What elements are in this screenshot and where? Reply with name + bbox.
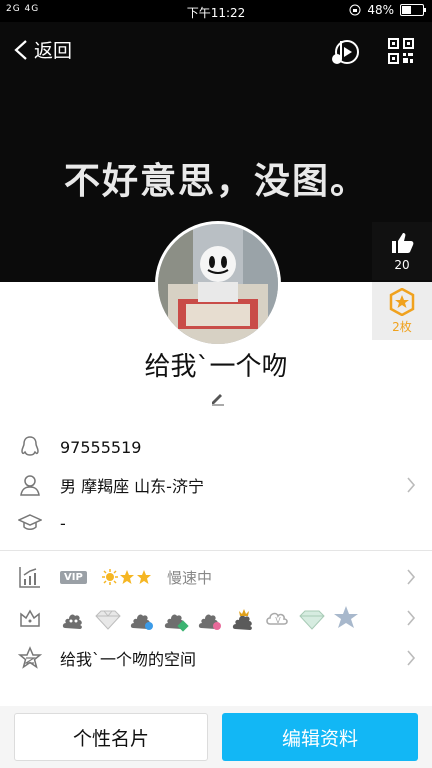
like-count: 20	[394, 258, 410, 272]
basic-info-row[interactable]: 男 摩羯座 山东-济宁	[0, 466, 432, 504]
status-right: 48%	[349, 3, 426, 17]
edit-profile-button[interactable]: 编辑资料	[222, 713, 418, 761]
thumbs-up-icon	[392, 233, 414, 253]
avatar[interactable]	[155, 221, 281, 347]
qzone-row[interactable]: 给我`一个吻的空间	[0, 639, 432, 677]
battery-percent: 48%	[367, 3, 394, 17]
qq-number-row: 97555519	[0, 428, 432, 466]
poop-badge	[62, 614, 82, 629]
chevron-right-icon	[407, 650, 416, 666]
bottom-action-bar: 个性名片 编辑资料	[0, 706, 432, 768]
speed-status: 慢速中	[166, 568, 212, 587]
chevron-right-icon	[407, 569, 416, 585]
education-value: -	[60, 513, 66, 533]
basic-info: 男 摩羯座 山东-济宁	[60, 477, 204, 496]
section-divider	[0, 550, 432, 551]
vip-info: VIP 慢速中	[60, 567, 212, 588]
chevron-left-icon	[14, 39, 27, 60]
qr-code-icon[interactable]	[388, 38, 414, 64]
medal-star-icon	[389, 287, 415, 317]
lock-rotation-icon	[349, 4, 361, 16]
svg-text:V: V	[275, 616, 281, 625]
medal-button[interactable]: 2枚	[372, 282, 432, 340]
qzone-label: 给我`一个吻的空间	[60, 650, 197, 669]
penguin-icon	[21, 436, 39, 456]
qq-number: 97555519	[60, 437, 142, 457]
poop-pink-badge	[198, 614, 221, 630]
vip-badge: VIP	[60, 570, 87, 584]
graduation-cap-icon	[18, 514, 42, 530]
poop-crown-badge	[232, 609, 252, 630]
star-level-icon	[119, 570, 134, 584]
pencil-icon[interactable]	[210, 390, 226, 406]
back-label: 返回	[34, 40, 73, 62]
sun-level-icon	[101, 569, 118, 585]
nickname: 给我`一个吻	[144, 352, 288, 382]
profile-card-button[interactable]: 个性名片	[14, 713, 208, 761]
medal-count: 2枚	[392, 320, 412, 334]
crown-box-icon	[20, 609, 40, 627]
banner-text: 不好意思，没图。	[63, 160, 368, 202]
avatar-image	[158, 224, 278, 344]
education-row: -	[0, 504, 432, 542]
diamond-green-badge	[299, 610, 325, 630]
status-bar: 2G 4G 下午11:22 48%	[0, 0, 432, 22]
battery-icon	[400, 4, 426, 16]
star-blue-badge	[334, 606, 358, 628]
growth-chart-icon	[19, 567, 40, 588]
music-icon[interactable]	[330, 38, 360, 66]
badge-list: V	[60, 604, 360, 632]
chevron-right-icon	[407, 477, 416, 493]
person-icon	[20, 475, 40, 496]
chevron-right-icon	[407, 610, 416, 626]
poop-blue-badge	[130, 614, 153, 630]
qzone-star-icon	[18, 646, 42, 669]
diamond-badge	[95, 610, 121, 630]
poop-green-badge	[164, 614, 189, 632]
vip-row[interactable]: VIP 慢速中	[0, 558, 432, 596]
badges-row[interactable]: V	[0, 598, 432, 638]
back-button[interactable]: 返回	[12, 36, 72, 63]
level-icons	[101, 569, 152, 585]
cloud-v-badge: V	[266, 612, 288, 625]
like-button[interactable]: 20	[372, 222, 432, 280]
star-level-icon	[136, 570, 151, 584]
